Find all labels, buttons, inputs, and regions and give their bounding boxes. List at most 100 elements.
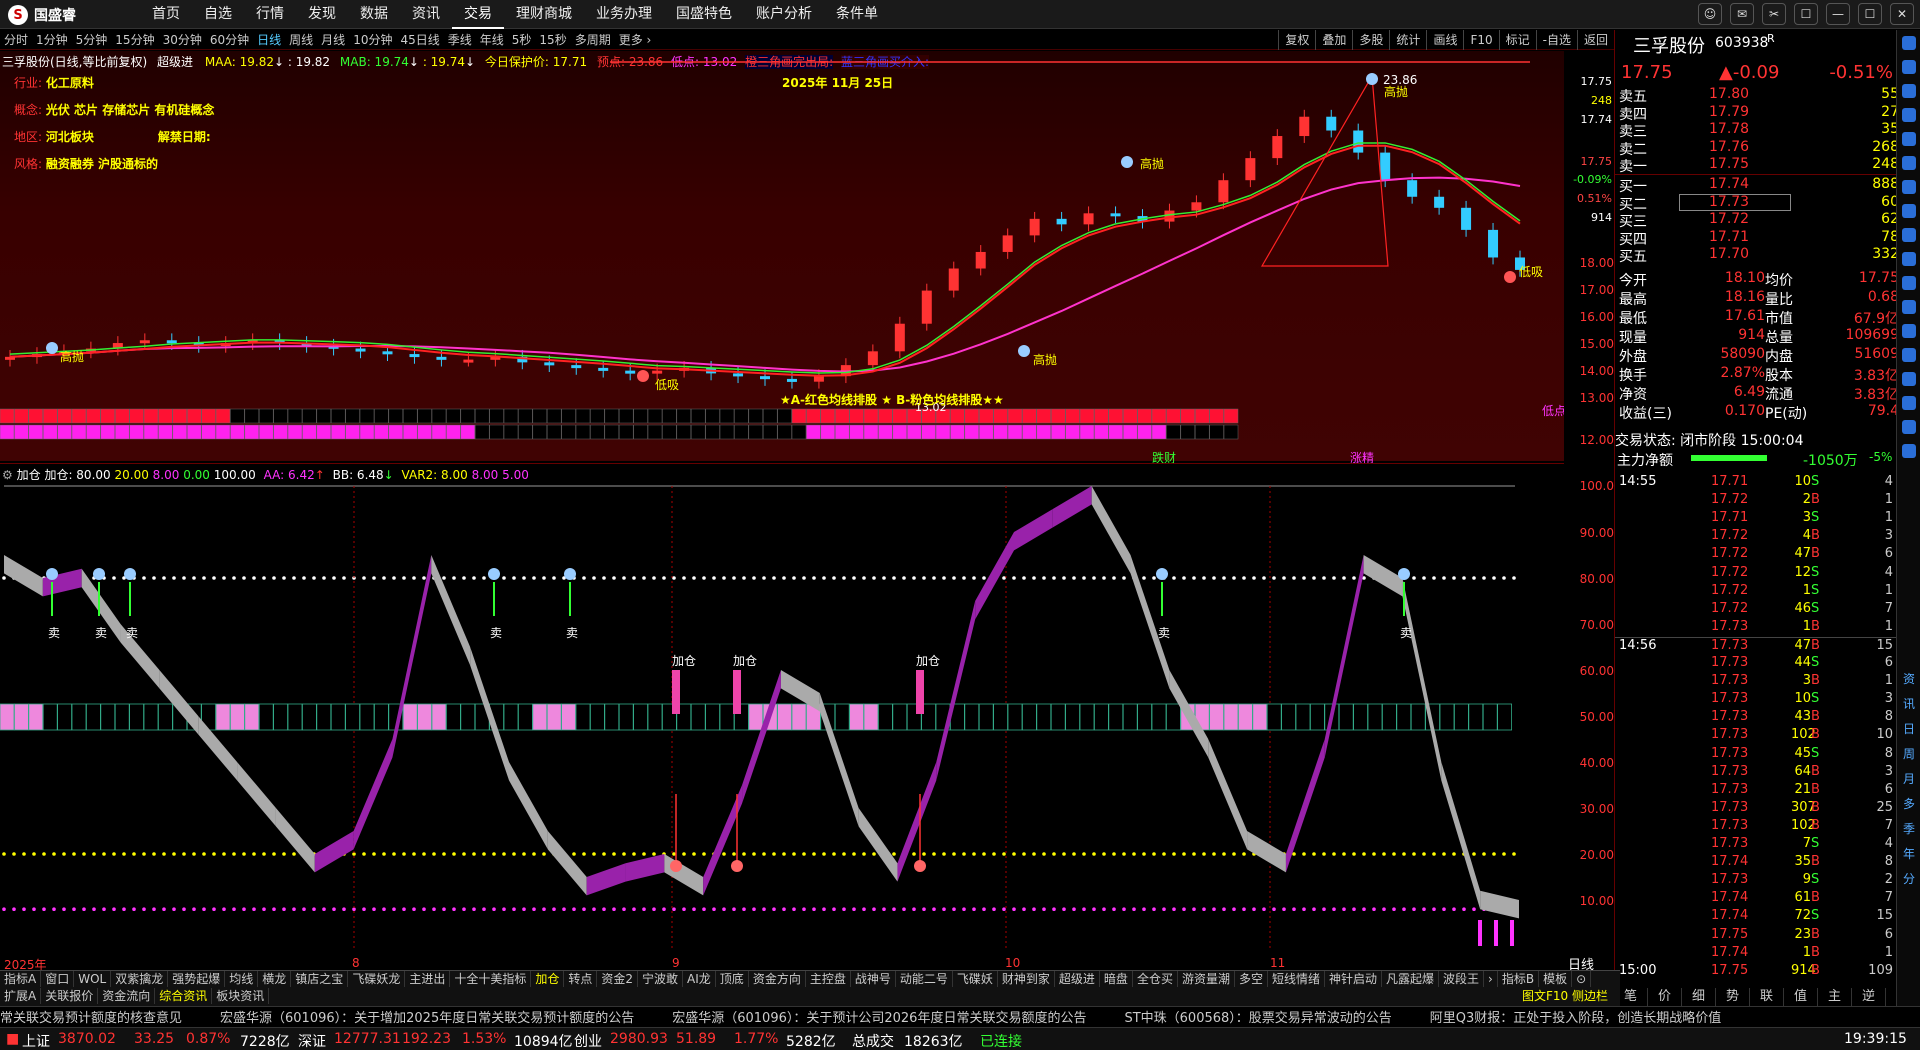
period-tab[interactable]: 15秒 [535, 30, 570, 50]
tool-button[interactable]: 叠加 [1315, 30, 1352, 50]
news-item[interactable]: 阿里Q3财报：正处于投入阶段，创造长期战略价值 [1430, 1011, 1722, 1026]
sidebar-icon[interactable] [1902, 60, 1916, 74]
indicator-tab[interactable]: 短线情绪 [1268, 971, 1325, 987]
indicator-tab[interactable]: 宁波敢 [638, 971, 684, 987]
extension-tab[interactable]: 板块资讯 [212, 988, 270, 1004]
app-logo[interactable]: S 国盛睿 [8, 4, 76, 26]
period-tab[interactable]: 季线 [444, 30, 476, 50]
sidebar-icon[interactable] [1902, 84, 1916, 98]
quote-tab[interactable]: 价 [1648, 988, 1682, 1006]
period-tab[interactable]: 周线 [285, 30, 317, 50]
sidebar-button[interactable]: 季 [1899, 820, 1919, 837]
indicator-chart[interactable]: ⚙ 加仓 加仓: 80.00 20.00 8.00 0.00 100.00 AA… [0, 463, 1614, 973]
quote-tab[interactable]: 联 [1750, 988, 1784, 1006]
extension-tab[interactable]: 关联报价 [41, 988, 99, 1004]
indicator-tab[interactable]: 转点 [564, 971, 598, 987]
period-tab[interactable]: 年线 [476, 30, 508, 50]
nav-item[interactable]: 发现 [296, 0, 348, 29]
sidebar-icon[interactable] [1902, 348, 1916, 362]
tool-button[interactable]: 返回 [1576, 30, 1614, 50]
quote-tab[interactable]: 值 [1784, 988, 1818, 1006]
nav-item[interactable]: 资讯 [400, 0, 452, 29]
extension-tab[interactable]: 综合资讯 [155, 988, 213, 1004]
indicator-tab[interactable]: ⊙ [1572, 971, 1592, 987]
indicator-tab[interactable]: 加仓 [531, 971, 565, 987]
indicator-tab[interactable]: 全仓买 [1133, 971, 1178, 987]
nav-item[interactable]: 首页 [140, 0, 192, 29]
nav-item[interactable]: 行情 [244, 0, 296, 29]
indicator-tab[interactable]: 战神号 [851, 971, 896, 987]
period-tab[interactable]: 多周期 [571, 30, 615, 50]
sidebar-icon[interactable] [1902, 132, 1916, 146]
window-control-icon[interactable]: ☺ [1698, 3, 1722, 25]
indicator-tab[interactable]: › [1484, 971, 1498, 987]
tool-button[interactable]: 画线 [1426, 30, 1463, 50]
extension-tab[interactable]: 扩展A [0, 988, 42, 1004]
nav-item[interactable]: 国盛特色 [664, 0, 744, 29]
sidebar-icon[interactable] [1902, 180, 1916, 194]
nav-item[interactable]: 交易 [452, 0, 504, 29]
indicator-tab[interactable]: 神针启动 [1325, 971, 1383, 987]
indicator-tab[interactable]: 强势起爆 [168, 971, 226, 987]
indicator-tab[interactable]: 游资量潮 [1178, 971, 1235, 987]
tool-button[interactable]: 多股 [1352, 30, 1389, 50]
news-item[interactable]: 宏盛华源（601096）：关于增加2025年度日常关联交易预计额度的公告 [220, 1011, 634, 1026]
f10-sidebar-toggle[interactable]: 图文F10 侧边栏 [1518, 988, 1612, 1004]
tool-button[interactable]: -自选 [1535, 30, 1577, 50]
indicator-tab[interactable]: 飞碟妖 [953, 971, 998, 987]
nav-item[interactable]: 理财商城 [504, 0, 584, 29]
indicator-tab[interactable]: 主进出 [405, 971, 451, 987]
tool-button[interactable]: 复权 [1278, 30, 1315, 50]
sidebar-icon[interactable] [1902, 36, 1916, 50]
indicator-tab[interactable]: 指标B [1498, 971, 1540, 987]
sidebar-button[interactable]: 分 [1899, 870, 1919, 887]
news-item[interactable]: 宏盛华源（601096）：关于预计公司2026年度日常关联交易额度的公告 [672, 1011, 1086, 1026]
tick-list[interactable]: 14:55 17.71 10 S 4 17.72 2 B 1 17.71 3 S 1 17.72 4 B 3 17… [1615, 474, 1905, 1014]
sidebar-button[interactable]: 年 [1899, 845, 1919, 862]
nav-item[interactable]: 自选 [192, 0, 244, 29]
window-control-icon[interactable]: ✕ [1890, 3, 1914, 25]
sidebar-icon[interactable] [1902, 276, 1916, 290]
sidebar-icon[interactable] [1902, 444, 1916, 458]
indicator-tab[interactable]: 飞碟妖龙 [348, 971, 406, 987]
window-control-icon[interactable]: ✂ [1762, 3, 1786, 25]
quote-tab[interactable]: 逆 [1852, 988, 1886, 1006]
indicator-tab[interactable]: 顶底 [716, 971, 749, 987]
sidebar-icon[interactable] [1902, 372, 1916, 386]
indicator-tab[interactable]: 资金2 [597, 971, 639, 987]
sidebar-icon[interactable] [1902, 204, 1916, 218]
period-tab[interactable]: 30分钟 [159, 30, 206, 50]
tool-button[interactable]: F10 [1463, 30, 1498, 50]
indicator-tab[interactable]: 资金方向 [749, 971, 806, 987]
sidebar-icon[interactable] [1902, 396, 1916, 410]
indicator-tab[interactable]: 均线 [225, 971, 259, 987]
period-tab[interactable]: 45日线 [396, 30, 443, 50]
sidebar-button[interactable]: 讯 [1899, 695, 1919, 712]
extension-tab[interactable]: 资金流向 [98, 988, 156, 1004]
period-tab[interactable]: 月线 [317, 30, 349, 50]
sidebar-icon[interactable] [1902, 156, 1916, 170]
quote-tab[interactable]: 主 [1818, 988, 1852, 1006]
tool-button[interactable]: 标记 [1498, 30, 1536, 50]
nav-item[interactable]: 账户分析 [744, 0, 824, 29]
indicator-tab[interactable]: AI龙 [683, 971, 716, 987]
news-item[interactable]: ST中珠（600568）：股票交易异常波动的公告 [1124, 1011, 1391, 1026]
kline-chart[interactable]: 三孚股份(日线,等比前复权) 超级进 MAA: 19.82↓ : 19.82 M… [0, 51, 1614, 465]
news-ticker[interactable]: 常关联交易预计额度的核查意见 宏盛华源（601096）：关于增加2025年度日常关… [0, 1006, 1920, 1026]
indicator-tab[interactable]: 动能二号 [896, 971, 953, 987]
window-control-icon[interactable]: ☐ [1794, 3, 1818, 25]
nav-item[interactable]: 数据 [348, 0, 400, 29]
sidebar-button[interactable]: 资 [1899, 670, 1919, 687]
window-control-icon[interactable]: ☐ [1858, 3, 1882, 25]
indicator-tab[interactable]: 波段王 [1439, 971, 1485, 987]
sidebar-icon[interactable] [1902, 108, 1916, 122]
news-item[interactable]: 常关联交易预计额度的核查意见 [0, 1011, 182, 1026]
indicator-tab[interactable]: 模板 [1539, 971, 1573, 987]
indicator-tab[interactable]: 多空 [1235, 971, 1268, 987]
sidebar-icon[interactable] [1902, 252, 1916, 266]
indicator-tab[interactable]: 窗口 [41, 971, 75, 987]
indicator-tab[interactable]: 双紫擒龙 [111, 971, 169, 987]
indicator-tab[interactable]: 凡露起爆 [1382, 971, 1440, 987]
quote-tab[interactable]: 细 [1682, 988, 1716, 1006]
sidebar-icon[interactable] [1902, 300, 1916, 314]
